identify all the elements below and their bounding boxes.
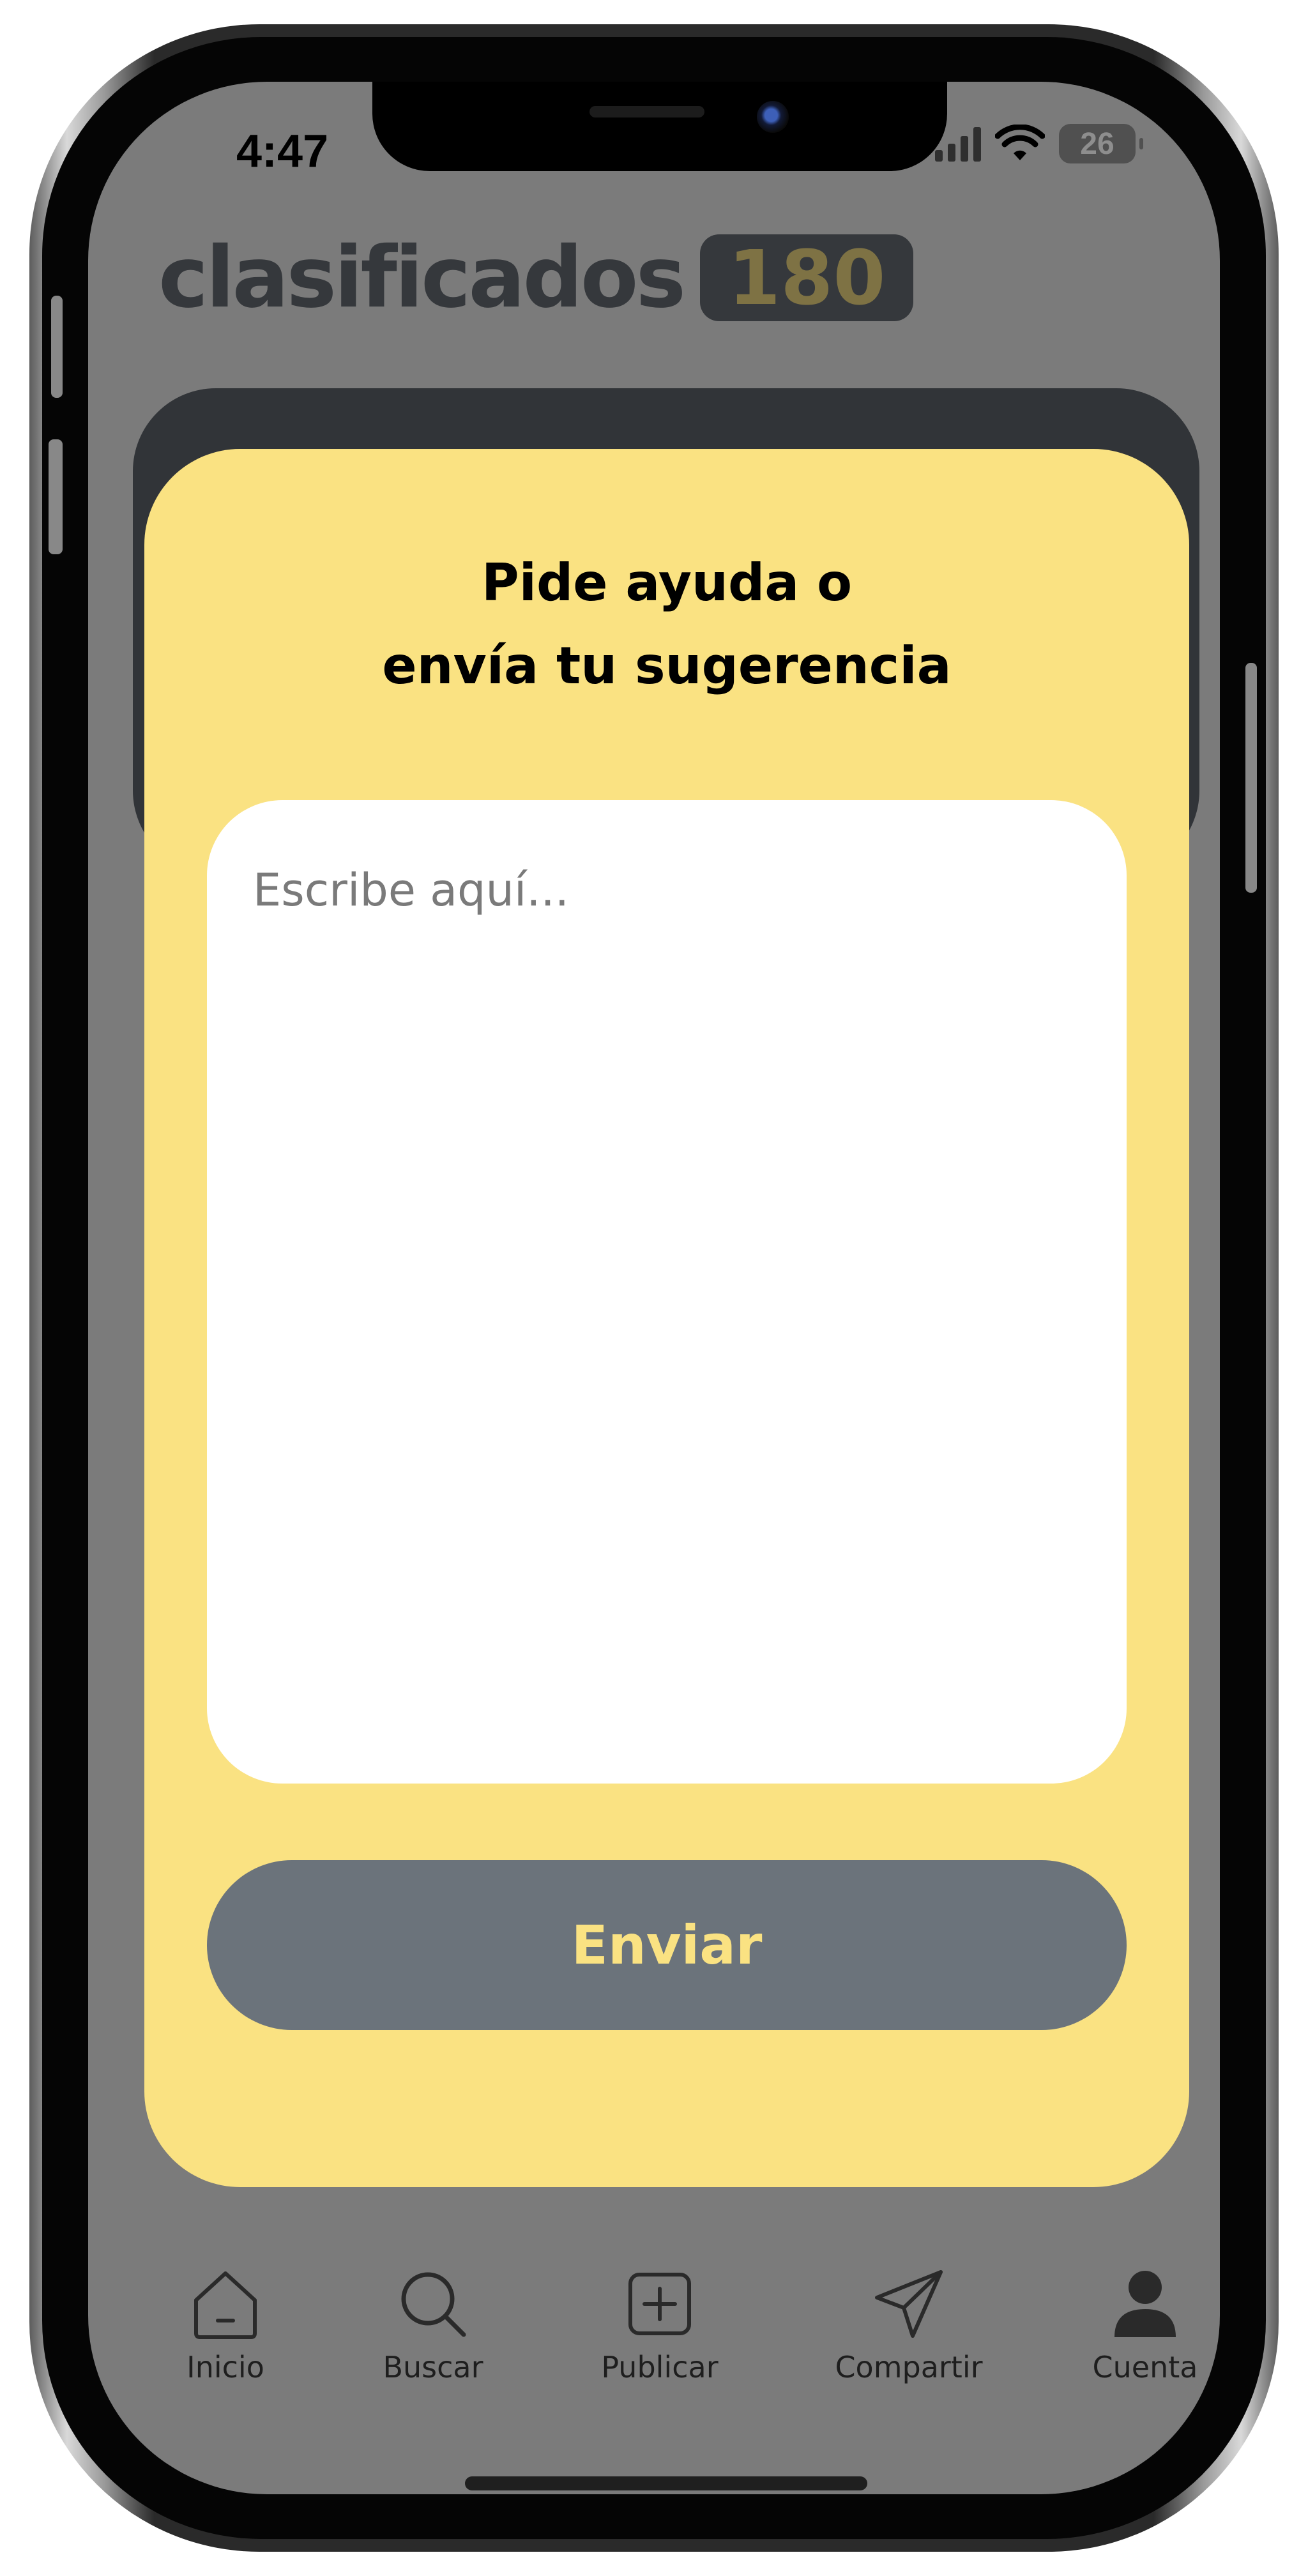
side-button-volume <box>49 439 63 554</box>
speaker <box>589 106 704 117</box>
notch <box>372 82 947 171</box>
home-indicator[interactable] <box>465 2476 867 2490</box>
logo-word: clasificados <box>158 229 686 327</box>
tab-label-inicio: Inicio <box>186 2350 264 2384</box>
battery-level: 26 <box>1080 126 1114 161</box>
tab-publicar[interactable]: Publicar <box>564 2266 756 2384</box>
status-time: 4:47 <box>236 126 329 177</box>
status-icons: 26 <box>935 124 1143 163</box>
message-input[interactable] <box>207 800 1127 1784</box>
tab-cuenta[interactable]: Cuenta <box>1049 2266 1220 2384</box>
side-button-power <box>1245 663 1257 893</box>
modal-title: Pide ayuda o envía tu sugerencia <box>382 553 952 695</box>
app-logo: clasificados 180 <box>158 229 914 327</box>
tab-buscar[interactable]: Buscar <box>337 2266 529 2384</box>
tab-bar: Inicio Buscar Publicar Compartir Cuenta <box>88 2266 1220 2432</box>
home-icon <box>194 2271 257 2339</box>
front-camera <box>757 101 789 133</box>
search-icon <box>401 2272 466 2337</box>
phone-frame: 4:47 26 clasificados 180 Pide ayuda o en… <box>29 24 1279 2552</box>
user-icon <box>1114 2271 1176 2337</box>
wifi-icon <box>995 125 1045 160</box>
tab-label-compartir: Compartir <box>835 2350 983 2384</box>
tab-label-cuenta: Cuenta <box>1092 2350 1198 2384</box>
send-icon <box>875 2270 943 2338</box>
tab-inicio[interactable]: Inicio <box>130 2266 321 2384</box>
side-button-mute <box>51 296 63 398</box>
screen: 4:47 26 clasificados 180 Pide ayuda o en… <box>88 82 1220 2494</box>
tab-label-publicar: Publicar <box>601 2350 719 2384</box>
phone-bezel: 4:47 26 clasificados 180 Pide ayuda o en… <box>42 37 1266 2539</box>
add-square-icon <box>628 2273 691 2335</box>
battery-icon: 26 <box>1059 124 1143 163</box>
send-button[interactable]: Enviar <box>207 1860 1127 2030</box>
tab-compartir[interactable]: Compartir <box>813 2266 1005 2384</box>
tab-label-buscar: Buscar <box>383 2350 483 2384</box>
logo-badge: 180 <box>700 234 914 321</box>
feedback-modal: Pide ayuda o envía tu sugerencia Enviar <box>144 449 1189 2187</box>
